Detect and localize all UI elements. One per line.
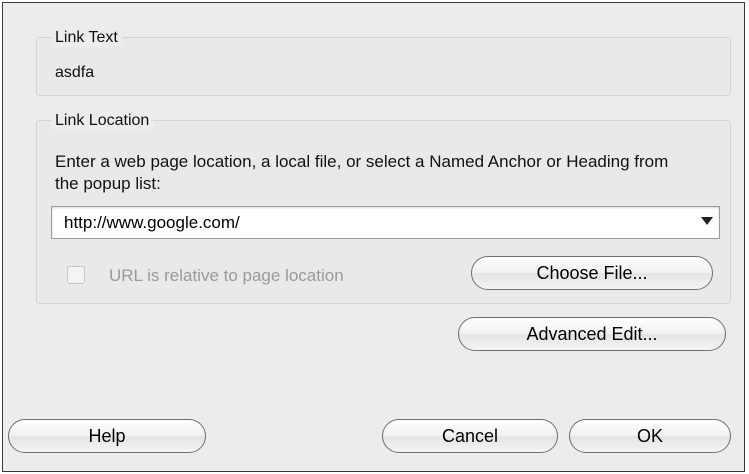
link-text-title: Link Text <box>51 29 122 47</box>
cancel-button[interactable]: Cancel <box>382 419 558 453</box>
link-location-instructions: Enter a web page location, a local file,… <box>55 152 669 193</box>
choose-file-button[interactable]: Choose File... <box>471 256 713 290</box>
dropdown-arrow-icon[interactable] <box>701 217 713 225</box>
advanced-edit-button[interactable]: Advanced Edit... <box>458 317 726 351</box>
link-location-group: Enter a web page location, a local file,… <box>36 120 731 304</box>
relative-url-checkbox-label: URL is relative to page location <box>109 266 344 285</box>
url-combobox[interactable] <box>51 206 720 239</box>
link-text-group: asdfa <box>36 37 731 96</box>
link-text-value: asdfa <box>55 64 95 81</box>
url-input[interactable] <box>52 207 682 238</box>
relative-url-checkbox[interactable] <box>67 266 85 284</box>
help-button[interactable]: Help <box>8 419 206 453</box>
link-properties-dialog: asdfa Link Text Enter a web page locatio… <box>2 2 745 472</box>
link-location-title: Link Location <box>51 112 154 130</box>
ok-button[interactable]: OK <box>569 419 731 453</box>
